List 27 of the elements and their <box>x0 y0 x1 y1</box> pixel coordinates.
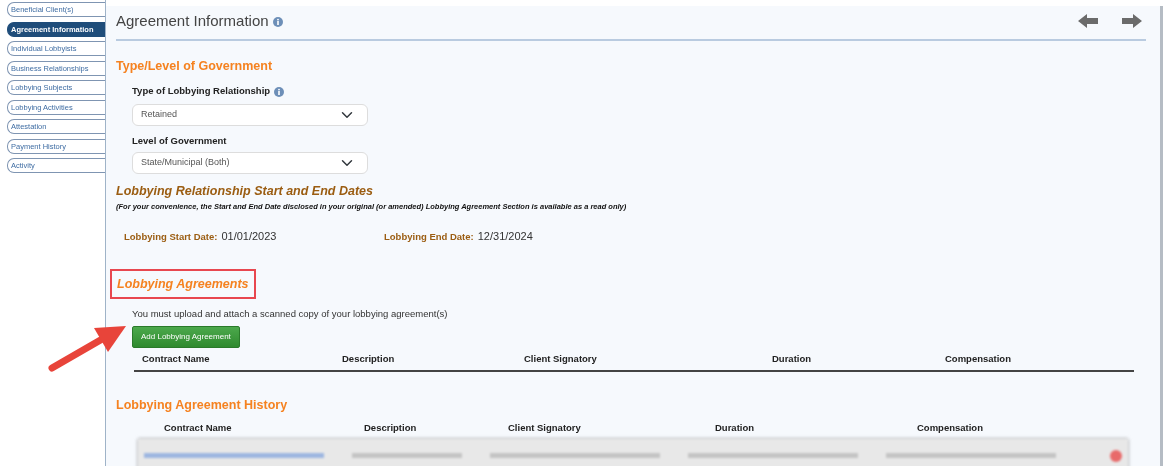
select-field[interactable]: State/Municipal (Both) <box>132 152 368 174</box>
forward-arrow-icon[interactable] <box>1122 14 1142 29</box>
section-heading: Lobbying Agreements <box>110 268 256 300</box>
page-title: Agreement Information <box>116 11 269 31</box>
column-header: Duration <box>771 351 813 366</box>
date-value: 12/31/2024 <box>477 229 533 244</box>
select-field[interactable]: Retained <box>132 103 368 126</box>
column-header: Duration <box>714 420 756 435</box>
date-label: Lobbying End Date: <box>384 230 474 244</box>
column-header: Compensation <box>944 351 1012 366</box>
column-header: Description <box>363 420 418 435</box>
instruction-text: You must upload and attach a scanned copy of your lobbying agreement(s) <box>132 307 449 322</box>
add-agreement-button[interactable]: Add Lobbying Agreement <box>132 325 240 348</box>
column-header: Client Signatory <box>507 420 582 435</box>
column-header: Contract Name <box>163 420 233 435</box>
column-header: Compensation <box>916 420 984 435</box>
column-header: Description <box>341 351 396 366</box>
back-arrow-icon[interactable] <box>1078 14 1098 29</box>
column-header: Contract Name <box>141 351 211 366</box>
section-heading: Lobbying Agreement History <box>116 396 289 414</box>
field-label: Type of Lobbying Relationship <box>132 84 271 99</box>
column-header: Client Signatory <box>523 351 598 366</box>
date-label: Lobbying Start Date: <box>124 230 218 244</box>
field-label: Level of Government <box>132 133 227 148</box>
section-heading: Type/Level of Government <box>116 57 274 75</box>
date-value: 01/01/2023 <box>221 229 277 244</box>
section-heading: Lobbying Relationship Start and End Dates <box>116 183 374 200</box>
